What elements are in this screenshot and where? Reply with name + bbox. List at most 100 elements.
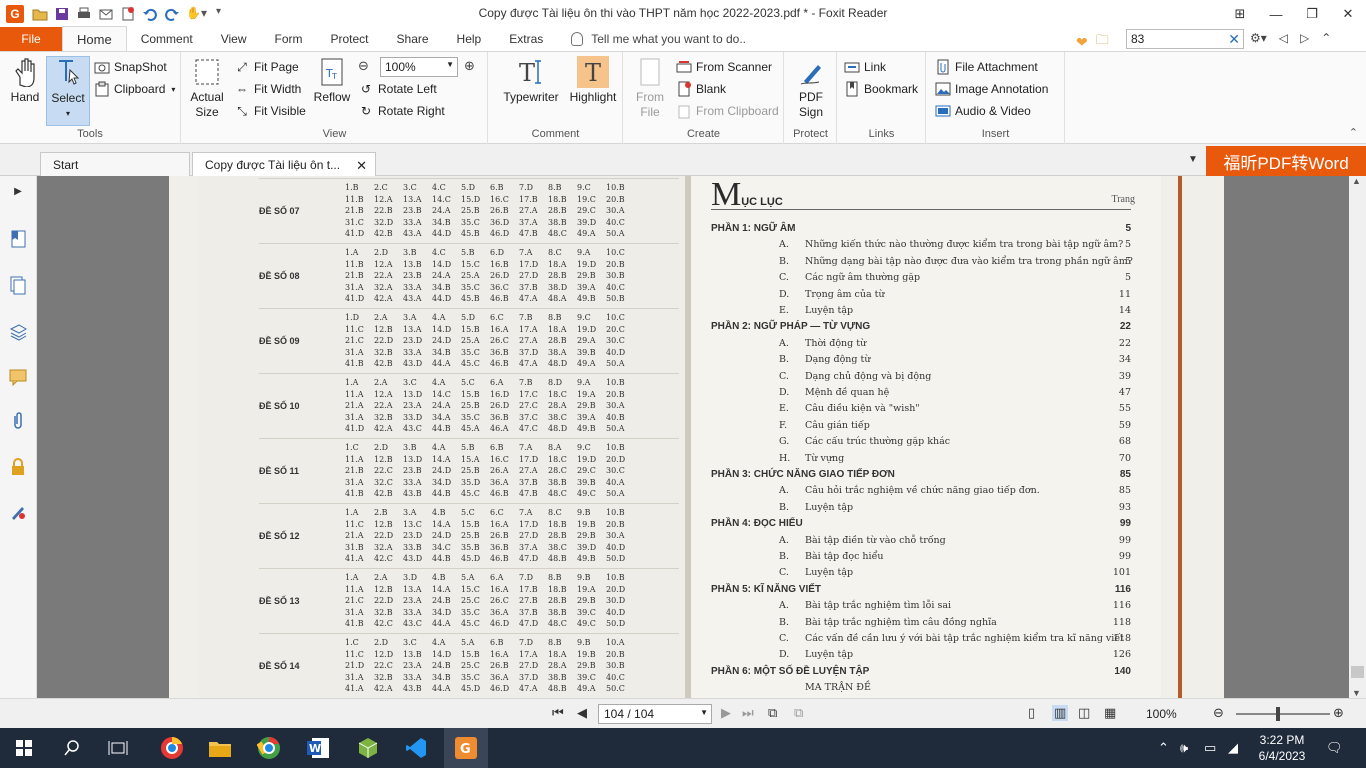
network-icon[interactable]: ◢ [1228, 740, 1238, 756]
minimize-button[interactable]: — [1258, 7, 1294, 22]
toc-entry[interactable]: E. Câu điều kiện và "wish" 55 [711, 403, 1131, 414]
continuous-view-icon[interactable]: ▥ [1052, 705, 1069, 721]
pdf-to-word-promo-button[interactable]: 福昕PDF转Word [1206, 146, 1366, 176]
tab-share[interactable]: Share [383, 27, 443, 51]
heart-icon[interactable]: ❤ [1076, 34, 1088, 51]
clear-search-icon[interactable]: ✕ [1228, 31, 1240, 48]
redo-icon[interactable] [164, 6, 180, 22]
comments-icon[interactable] [8, 366, 28, 388]
print-icon[interactable] [76, 6, 92, 22]
tab-protect[interactable]: Protect [317, 27, 383, 51]
link-button[interactable]: Link [844, 57, 886, 77]
bookmark-button[interactable]: Bookmark [844, 79, 918, 99]
last-page-icon[interactable]: ⏭ [742, 705, 754, 721]
ribbon-display-options-icon[interactable]: ⊞ [1222, 6, 1258, 22]
from-clipboard-button[interactable]: From Clipboard [676, 101, 779, 121]
toc-entry[interactable]: B. Bài tập đọc hiểu 99 [711, 551, 1131, 562]
notifications-icon[interactable]: 🗨 [1326, 740, 1343, 756]
tab-list-dropdown-icon[interactable]: ▼ [1188, 154, 1198, 165]
toc-entry[interactable]: A. Những kiến thức nào thường được kiểm t… [711, 239, 1131, 250]
from-scanner-button[interactable]: From Scanner [676, 57, 772, 77]
open-folder-icon[interactable] [32, 6, 48, 22]
tab-current-document[interactable]: Copy được Tài liệu ôn t... ✕ [192, 152, 376, 176]
windows-start-icon[interactable] [10, 734, 38, 762]
collapse-ribbon-icon[interactable]: ⌃ [1321, 31, 1331, 45]
first-page-icon[interactable]: ⏮ [552, 705, 564, 721]
toc-entry[interactable]: C. Luyện tập 101 [711, 567, 1131, 578]
next-page-icon[interactable]: ▶ [721, 705, 731, 721]
chrome-icon[interactable] [255, 734, 283, 762]
hand-button[interactable]: Hand [6, 56, 44, 105]
battery-icon[interactable]: ▭ [1204, 740, 1216, 756]
undo-icon[interactable] [142, 6, 158, 22]
search-settings-icon[interactable]: ⚙▾ [1250, 31, 1267, 45]
security-lock-icon[interactable] [8, 456, 28, 478]
toc-entry[interactable]: E. Luyện tập 14 [711, 305, 1131, 316]
foxit-reader-taskbar-icon[interactable]: G [452, 734, 480, 762]
tab-view[interactable]: View [207, 27, 261, 51]
toc-entry[interactable]: MA TRẬN ĐỀ [711, 682, 1131, 693]
toc-entry[interactable]: H. Từ vựng 70 [711, 453, 1131, 464]
zoom-slider[interactable] [1236, 707, 1330, 721]
scroll-up-icon[interactable]: ▲ [1352, 176, 1361, 186]
vertical-scrollbar[interactable]: ▲ ▼ [1349, 176, 1366, 698]
toc-entry[interactable]: F. Câu gián tiếp 59 [711, 420, 1131, 431]
toc-part[interactable]: PHẦN 4: ĐỌC HIỂU 99 [711, 518, 1131, 529]
toc-entry[interactable]: B. Những dạng bài tập nào được đưa vào ki… [711, 256, 1133, 267]
word-icon[interactable]: W [304, 734, 332, 762]
toc-part[interactable]: PHẦN 6: MỘT SỐ ĐỀ LUYỆN TẬP 140 [711, 666, 1131, 677]
zoom-in-status-icon[interactable]: ⊕ [1333, 705, 1344, 721]
audio-video-button[interactable]: Audio & Video [935, 101, 1031, 121]
select-button[interactable]: Select ▾ [46, 56, 90, 126]
clipboard-button[interactable]: Clipboard ▾ [94, 79, 175, 99]
foxit-logo-icon[interactable]: G [6, 5, 24, 23]
blank-button[interactable]: Blank [676, 79, 726, 99]
search-folder-icon[interactable]: 🗀 [1096, 31, 1109, 53]
chrome-profile-icon[interactable] [158, 734, 186, 762]
pages-icon[interactable] [8, 275, 28, 297]
toc-entry[interactable]: D. Luyện tập 126 [711, 649, 1131, 660]
document-view[interactable]: ĐỀ SỐ 07 1.B 11.B 21.B 31.C 41.D 2.C 12.A 22.B 32… [37, 176, 1349, 698]
file-attachment-button[interactable]: File Attachment [935, 57, 1038, 77]
close-tab-icon[interactable]: ✕ [356, 158, 367, 174]
next-view-icon[interactable]: ⧉ [794, 705, 803, 721]
toc-entry[interactable]: B. Dạng động từ 34 [711, 354, 1131, 365]
tab-start[interactable]: Start [40, 152, 190, 176]
customize-qat-icon[interactable]: ▾ [216, 6, 232, 22]
scroll-thumb[interactable] [1351, 666, 1364, 678]
toc-entry[interactable]: C. Dạng chủ động và bị động 39 [711, 371, 1131, 382]
tab-file[interactable]: File [0, 27, 62, 51]
pdf-sign-button[interactable]: PDF Sign [791, 56, 831, 120]
zoom-slider-knob[interactable] [1276, 707, 1281, 721]
fit-page-button[interactable]: ⤢ Fit Page [234, 57, 299, 77]
find-previous-icon[interactable]: ◁ [1279, 31, 1288, 45]
toc-entry[interactable]: C. Các ngữ âm thường gặp 5 [711, 272, 1131, 283]
toc-part[interactable]: PHẦN 5: KĨ NĂNG VIẾT 116 [711, 584, 1131, 595]
toc-entry[interactable]: D. Mệnh đề quan hệ 47 [711, 387, 1131, 398]
highlight-button[interactable]: T Highlight [565, 56, 621, 105]
save-icon[interactable] [54, 6, 70, 22]
tab-help[interactable]: Help [443, 27, 496, 51]
layers-icon[interactable] [8, 321, 28, 343]
new-document-icon[interactable] [120, 6, 136, 22]
actual-size-button[interactable]: Actual Size [188, 56, 226, 120]
3d-app-icon[interactable] [354, 734, 382, 762]
system-clock[interactable]: 3:22 PM 6/4/2023 [1252, 732, 1312, 764]
file-explorer-icon[interactable] [206, 734, 234, 762]
toc-entry[interactable]: G. Các cấu trúc thường gặp khác 68 [711, 436, 1131, 447]
page-number-input[interactable]: 104 / 104 ▼ [598, 704, 712, 724]
previous-view-icon[interactable]: ⧉ [768, 705, 777, 721]
task-view-icon[interactable] [104, 734, 132, 762]
tab-home[interactable]: Home [62, 26, 127, 51]
single-page-view-icon[interactable]: ▯ [1028, 705, 1035, 721]
toc-part[interactable]: PHẦN 1: NGỮ ÂM 5 [711, 223, 1131, 234]
zoom-select[interactable]: 100% ▼ [380, 57, 458, 77]
vscode-icon[interactable] [402, 734, 430, 762]
toc-entry[interactable]: D. Trọng âm của từ 11 [711, 289, 1131, 300]
fit-width-button[interactable]: ⇔ Fit Width [234, 79, 301, 99]
previous-page-icon[interactable]: ◀ [577, 705, 587, 721]
find-next-icon[interactable]: ▷ [1300, 31, 1309, 45]
tab-comment[interactable]: Comment [127, 27, 207, 51]
continuous-facing-view-icon[interactable]: ▦ [1104, 705, 1116, 721]
hand-tool-dropdown-icon[interactable]: ✋▾ [186, 6, 210, 22]
